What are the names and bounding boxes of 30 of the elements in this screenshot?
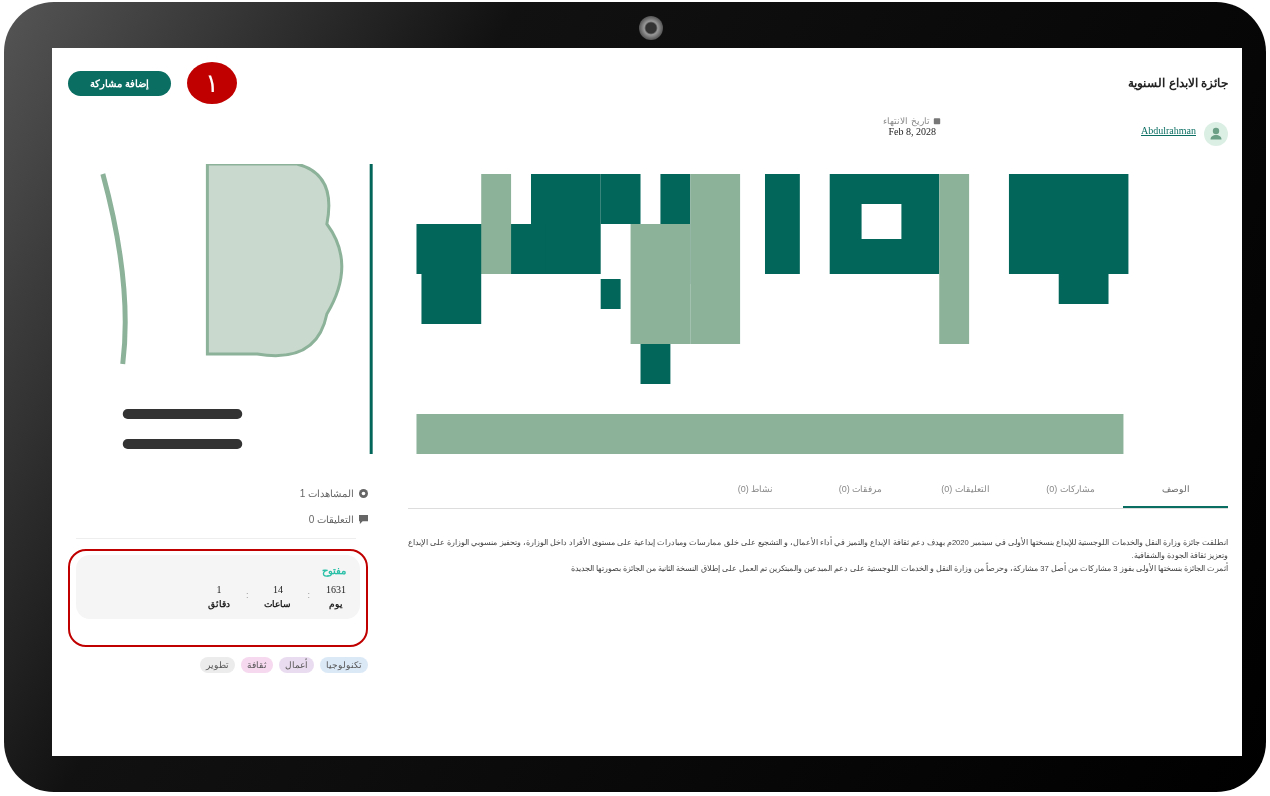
tab[interactable]: مشاركات (0) <box>1018 476 1123 508</box>
tab[interactable]: التعليقات (0) <box>913 476 1018 508</box>
separator-text: : <box>245 590 249 600</box>
camera-icon <box>639 16 663 40</box>
calendar-icon <box>933 117 941 125</box>
countdown-unit: دقائق <box>207 599 230 609</box>
countdown-value: 1631 <box>326 584 346 595</box>
countdown-unit: يوم <box>329 599 343 609</box>
stat-text: المشاهدات 1 <box>299 487 354 499</box>
deadline-date: Feb 8, 2028 <box>888 126 936 137</box>
tag[interactable]: ثقافة <box>241 657 273 673</box>
tab[interactable]: مرفقات (0) <box>808 476 913 508</box>
stat-text: التعليقات 0 <box>308 513 354 525</box>
tag[interactable]: أعمال <box>279 657 314 673</box>
tag[interactable]: تكنولوجيا <box>320 657 368 673</box>
user-avatar-icon <box>1204 122 1228 146</box>
separator-text: : <box>307 590 310 600</box>
author-link[interactable]: Abdulrahman <box>1141 124 1196 136</box>
tab[interactable]: الوصف <box>1123 476 1228 508</box>
tab[interactable]: نشاط (0) <box>703 476 808 508</box>
annotation-number-badge: ١ <box>186 62 237 104</box>
countdown-unit: ساعات <box>264 599 292 609</box>
page-title: جائزة الابداع السنوية <box>1128 76 1228 90</box>
countdown-value: 1 <box>216 584 222 595</box>
status-label: مفتوح <box>321 565 346 576</box>
comment-icon <box>359 514 368 524</box>
add-entry-button[interactable]: إضافة مشاركة <box>68 70 171 96</box>
deadline-label: تاريخ الانتهاء <box>883 116 930 126</box>
countdown-value: 14 <box>273 584 283 595</box>
tag[interactable]: تطوير <box>200 657 235 673</box>
